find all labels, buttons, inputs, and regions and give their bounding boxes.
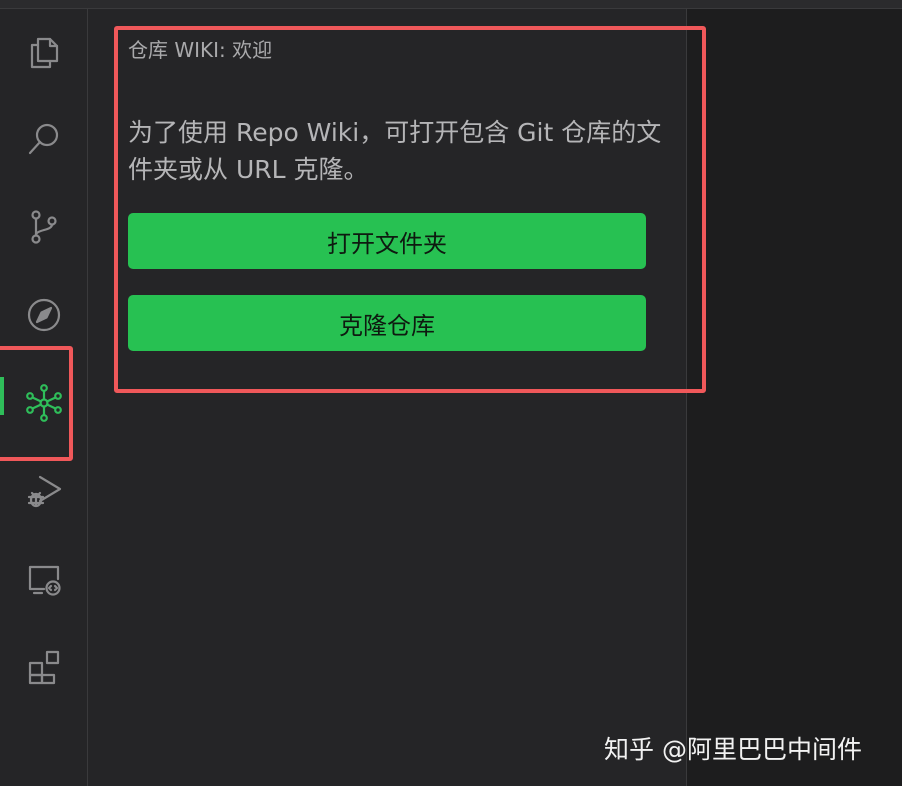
annotation-highlight-activity — [0, 346, 73, 461]
editor-area — [687, 9, 902, 786]
source-control-icon — [30, 210, 57, 244]
activity-item-search[interactable] — [0, 95, 87, 183]
compass-icon — [27, 298, 60, 332]
extensions-icon — [28, 650, 59, 685]
ide-window: 仓库 WIKI: 欢迎 为了使用 Repo Wiki，可打开包含 Git 仓库的… — [0, 0, 902, 786]
run-debug-icon — [27, 475, 61, 508]
activity-item-remote[interactable] — [0, 535, 87, 623]
title-bar-edge — [0, 0, 902, 9]
watermark: 知乎 @阿里巴巴中间件 — [604, 735, 862, 764]
remote-explorer-icon — [28, 565, 61, 596]
activity-item-source-control[interactable] — [0, 183, 87, 271]
search-icon — [28, 123, 58, 155]
activity-item-extensions[interactable] — [0, 623, 87, 711]
annotation-highlight-panel — [114, 26, 706, 393]
files-icon — [30, 37, 58, 69]
activity-item-run-debug[interactable] — [0, 447, 87, 535]
activity-item-explorer[interactable] — [0, 7, 87, 95]
